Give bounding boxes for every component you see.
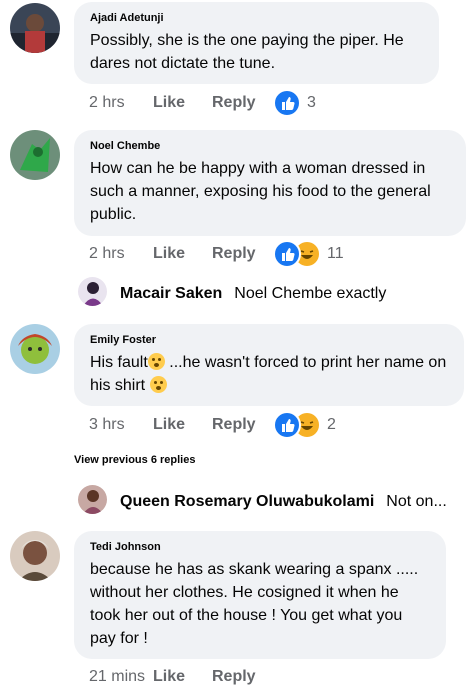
- reply-author[interactable]: Macair Saken: [120, 285, 222, 303]
- like-button[interactable]: Like: [153, 245, 212, 263]
- comment-actions: 21 mins Like Reply: [89, 666, 273, 688]
- reaction-count: 3: [307, 94, 316, 111]
- comment-time[interactable]: 2 hrs: [89, 94, 153, 112]
- comment-time[interactable]: 3 hrs: [89, 416, 153, 434]
- comment-text: Possibly, she is the one paying the pipe…: [90, 32, 404, 72]
- comment-author[interactable]: Emily Foster: [90, 334, 450, 347]
- reaction-count: 2: [327, 416, 336, 433]
- reply-button[interactable]: Reply: [212, 245, 273, 263]
- comment-actions: 3 hrs Like Reply 2: [89, 411, 336, 439]
- reply-preview[interactable]: Macair Saken Noel Chembe exactly: [120, 285, 386, 303]
- comment-actions: 2 hrs Like Reply 3: [89, 89, 316, 117]
- avatar-queen-rosemary[interactable]: [78, 485, 107, 514]
- comment-author[interactable]: Tedi Johnson: [90, 541, 432, 554]
- reply-button[interactable]: Reply: [212, 94, 273, 112]
- comment-bubble: Ajadi Adetunji Possibly, she is the one …: [74, 2, 439, 84]
- avatar-ajadi[interactable]: [10, 3, 60, 53]
- reply-button[interactable]: Reply: [212, 416, 273, 434]
- avatar-emily[interactable]: [10, 324, 60, 374]
- flushed-emoji-icon: [149, 376, 167, 393]
- like-icon: [273, 411, 301, 439]
- like-button[interactable]: Like: [153, 94, 212, 112]
- avatar-tedi[interactable]: [10, 531, 60, 581]
- comment-text: How can he be happy with a woman dressed…: [90, 160, 431, 223]
- reply-text: Not on...: [386, 493, 447, 510]
- reply-preview[interactable]: Queen Rosemary Oluwabukolami Not on...: [120, 493, 447, 511]
- reply-text: Noel Chembe exactly: [234, 285, 387, 302]
- comment-bubble: Tedi Johnson because he has as skank wea…: [74, 531, 446, 659]
- like-button[interactable]: Like: [153, 668, 212, 686]
- comment-text: because he has as skank wearing a spanx …: [90, 561, 419, 647]
- comment-bubble: Emily Foster His fault ...he wasn't forc…: [74, 324, 464, 406]
- reply-author[interactable]: Queen Rosemary Oluwabukolami: [120, 493, 374, 511]
- like-icon: [273, 240, 301, 268]
- view-previous-replies-link[interactable]: View previous 6 replies: [74, 454, 195, 466]
- comment-bubble: Noel Chembe How can he be happy with a w…: [74, 130, 466, 236]
- reactions[interactable]: 3: [273, 89, 316, 117]
- avatar-noel[interactable]: [10, 130, 60, 180]
- comment-actions: 2 hrs Like Reply 11: [89, 240, 344, 268]
- comment-text: His fault ...he wasn't forced to print h…: [90, 351, 450, 397]
- like-button[interactable]: Like: [153, 416, 212, 434]
- reaction-count: 11: [327, 245, 344, 262]
- reply-button[interactable]: Reply: [212, 668, 273, 686]
- comment-time[interactable]: 2 hrs: [89, 245, 153, 263]
- comment-text-part: His fault: [90, 354, 148, 371]
- comment-time[interactable]: 21 mins: [89, 668, 153, 686]
- reactions[interactable]: 11: [273, 240, 344, 268]
- avatar-macair[interactable]: [78, 277, 107, 306]
- reactions[interactable]: 2: [273, 411, 336, 439]
- comment-author[interactable]: Noel Chembe: [90, 140, 452, 153]
- flushed-emoji-icon: [147, 353, 165, 370]
- comment-author[interactable]: Ajadi Adetunji: [90, 12, 425, 25]
- like-icon: [273, 89, 301, 117]
